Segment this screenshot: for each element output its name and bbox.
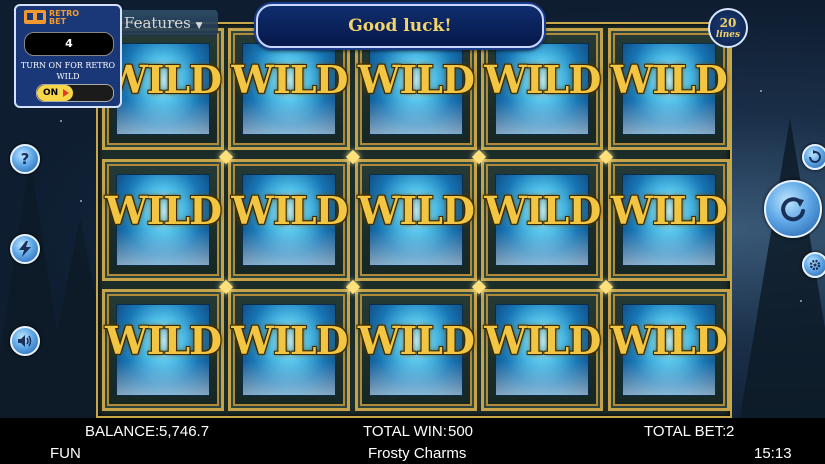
wild-symbol: WILD [484, 187, 601, 233]
help-button[interactable]: ? [10, 144, 40, 174]
total-win-label: TOTAL WIN: [363, 423, 447, 440]
game-name: Frosty Charms [368, 445, 467, 462]
reel-cell: WILD [102, 158, 224, 281]
gear-icon [809, 259, 821, 271]
background-star [80, 200, 82, 202]
help-icon: ? [20, 150, 30, 168]
features-button[interactable] [10, 234, 40, 264]
balance-label: BALANCE: [85, 423, 160, 440]
wild-symbol: WILD [231, 57, 348, 102]
reel-cell: WILD [354, 158, 477, 281]
wild-symbol: WILD [484, 57, 601, 102]
total-bet-label: TOTAL BET: [644, 423, 727, 440]
settings-button[interactable] [802, 252, 825, 278]
retro-bet-logo: RETRO BET [24, 10, 89, 26]
lightning-icon [19, 241, 31, 257]
reel-cell: WILD [481, 289, 604, 412]
lines-count: 20 [719, 16, 737, 30]
autoplay-icon [809, 150, 821, 163]
reel-cell: WILD [607, 28, 730, 150]
banner-message: Good luck! [348, 16, 452, 36]
game-area: WILD WILD WILD WILD WILD WILD WILD WILD WILD WILD… [0, 0, 825, 418]
autoplay-button[interactable] [802, 144, 825, 170]
wild-symbol: WILD [231, 318, 348, 364]
chevron-down-icon: ▼ [195, 21, 203, 31]
reel-cell: WILD [607, 289, 730, 412]
retro-bet-hint: TURN ON FOR RETRO WILD [20, 61, 116, 81]
mode-label: FUN [50, 445, 81, 462]
wild-symbol: WILD [357, 318, 475, 364]
reel-grid: WILD WILD WILD WILD WILD WILD WILD WILD WILD WILD… [96, 22, 732, 418]
wild-symbol: WILD [484, 318, 601, 364]
retro-bet-value: 4 [24, 32, 114, 56]
balance-value: 5,746.7 [159, 423, 210, 440]
arrow-right-icon [63, 89, 69, 97]
wild-symbol: WILD [357, 187, 475, 233]
features-dropdown[interactable]: Features ▼ [118, 10, 218, 36]
reel-cell: WILD [228, 158, 351, 281]
features-label: Features [124, 14, 191, 32]
background-star [60, 120, 62, 122]
total-bet-value: 2 [726, 423, 735, 440]
message-banner: Good luck! [256, 4, 544, 48]
reel-cell: WILD [102, 289, 224, 412]
clock-time: 15:13 [754, 445, 792, 462]
total-win-value: 500 [448, 423, 474, 440]
lines-badge: 20 lines [708, 8, 748, 48]
spin-icon [781, 197, 805, 222]
wild-symbol: WILD [357, 57, 475, 102]
status-bar: BALANCE: 5,746.7 TOTAL WIN: 500 TOTAL BE… [0, 418, 825, 464]
wild-symbol: WILD [610, 57, 728, 102]
sound-button[interactable] [10, 326, 40, 356]
reel-cell: WILD [228, 289, 351, 412]
retro-logo-line2: BET [49, 17, 67, 26]
wild-symbol: WILD [610, 318, 728, 364]
background-star [760, 90, 762, 92]
reel-cell: WILD [607, 158, 730, 281]
lines-unit: lines [715, 30, 741, 40]
wild-symbol: WILD [105, 318, 222, 364]
wild-symbol: WILD [105, 57, 222, 102]
wild-symbol: WILD [610, 187, 728, 233]
retro-bet-panel: RETRO BET 4 TURN ON FOR RETRO WILD ON [14, 4, 122, 108]
retro-wild-toggle[interactable]: ON [36, 84, 114, 102]
background-star [800, 300, 802, 302]
reel-cell: WILD [481, 158, 604, 281]
sound-icon [18, 335, 32, 347]
cassette-icon [24, 10, 46, 24]
spin-button[interactable] [764, 180, 822, 238]
reel-cell: WILD [354, 289, 477, 412]
wild-symbol: WILD [105, 187, 222, 233]
wild-symbol: WILD [231, 187, 348, 233]
